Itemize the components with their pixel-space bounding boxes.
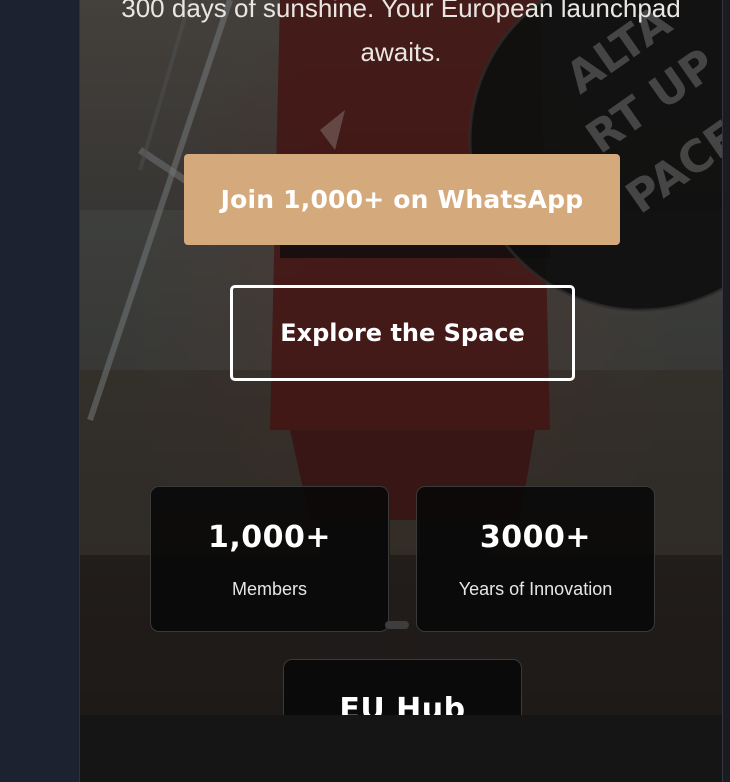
stat-card-eu-hub: EU Hub bbox=[283, 659, 522, 715]
stat-card-members: 1,000+ Members bbox=[150, 486, 389, 632]
stat-value: 1,000+ bbox=[207, 520, 332, 555]
stat-label: Years of Innovation bbox=[458, 579, 613, 599]
stat-value: 3000+ bbox=[479, 520, 592, 555]
stat-card-years: 3000+ Years of Innovation bbox=[416, 486, 655, 632]
scrollbar-track[interactable] bbox=[722, 0, 730, 782]
explore-space-button[interactable]: Explore the Space bbox=[230, 285, 575, 381]
hero-section: ALTA RT UP PACE 300 days of sunshine. Yo… bbox=[80, 0, 722, 715]
hero-tagline: 300 days of sunshine. Your European laun… bbox=[121, 0, 681, 67]
join-whatsapp-button[interactable]: Join 1,000+ on WhatsApp bbox=[184, 154, 620, 245]
carousel-indicator bbox=[385, 621, 409, 629]
stat-label: Members bbox=[231, 579, 307, 599]
left-sidebar bbox=[0, 0, 80, 782]
page-footer-band bbox=[80, 715, 722, 782]
stat-value: EU Hub bbox=[339, 692, 466, 715]
